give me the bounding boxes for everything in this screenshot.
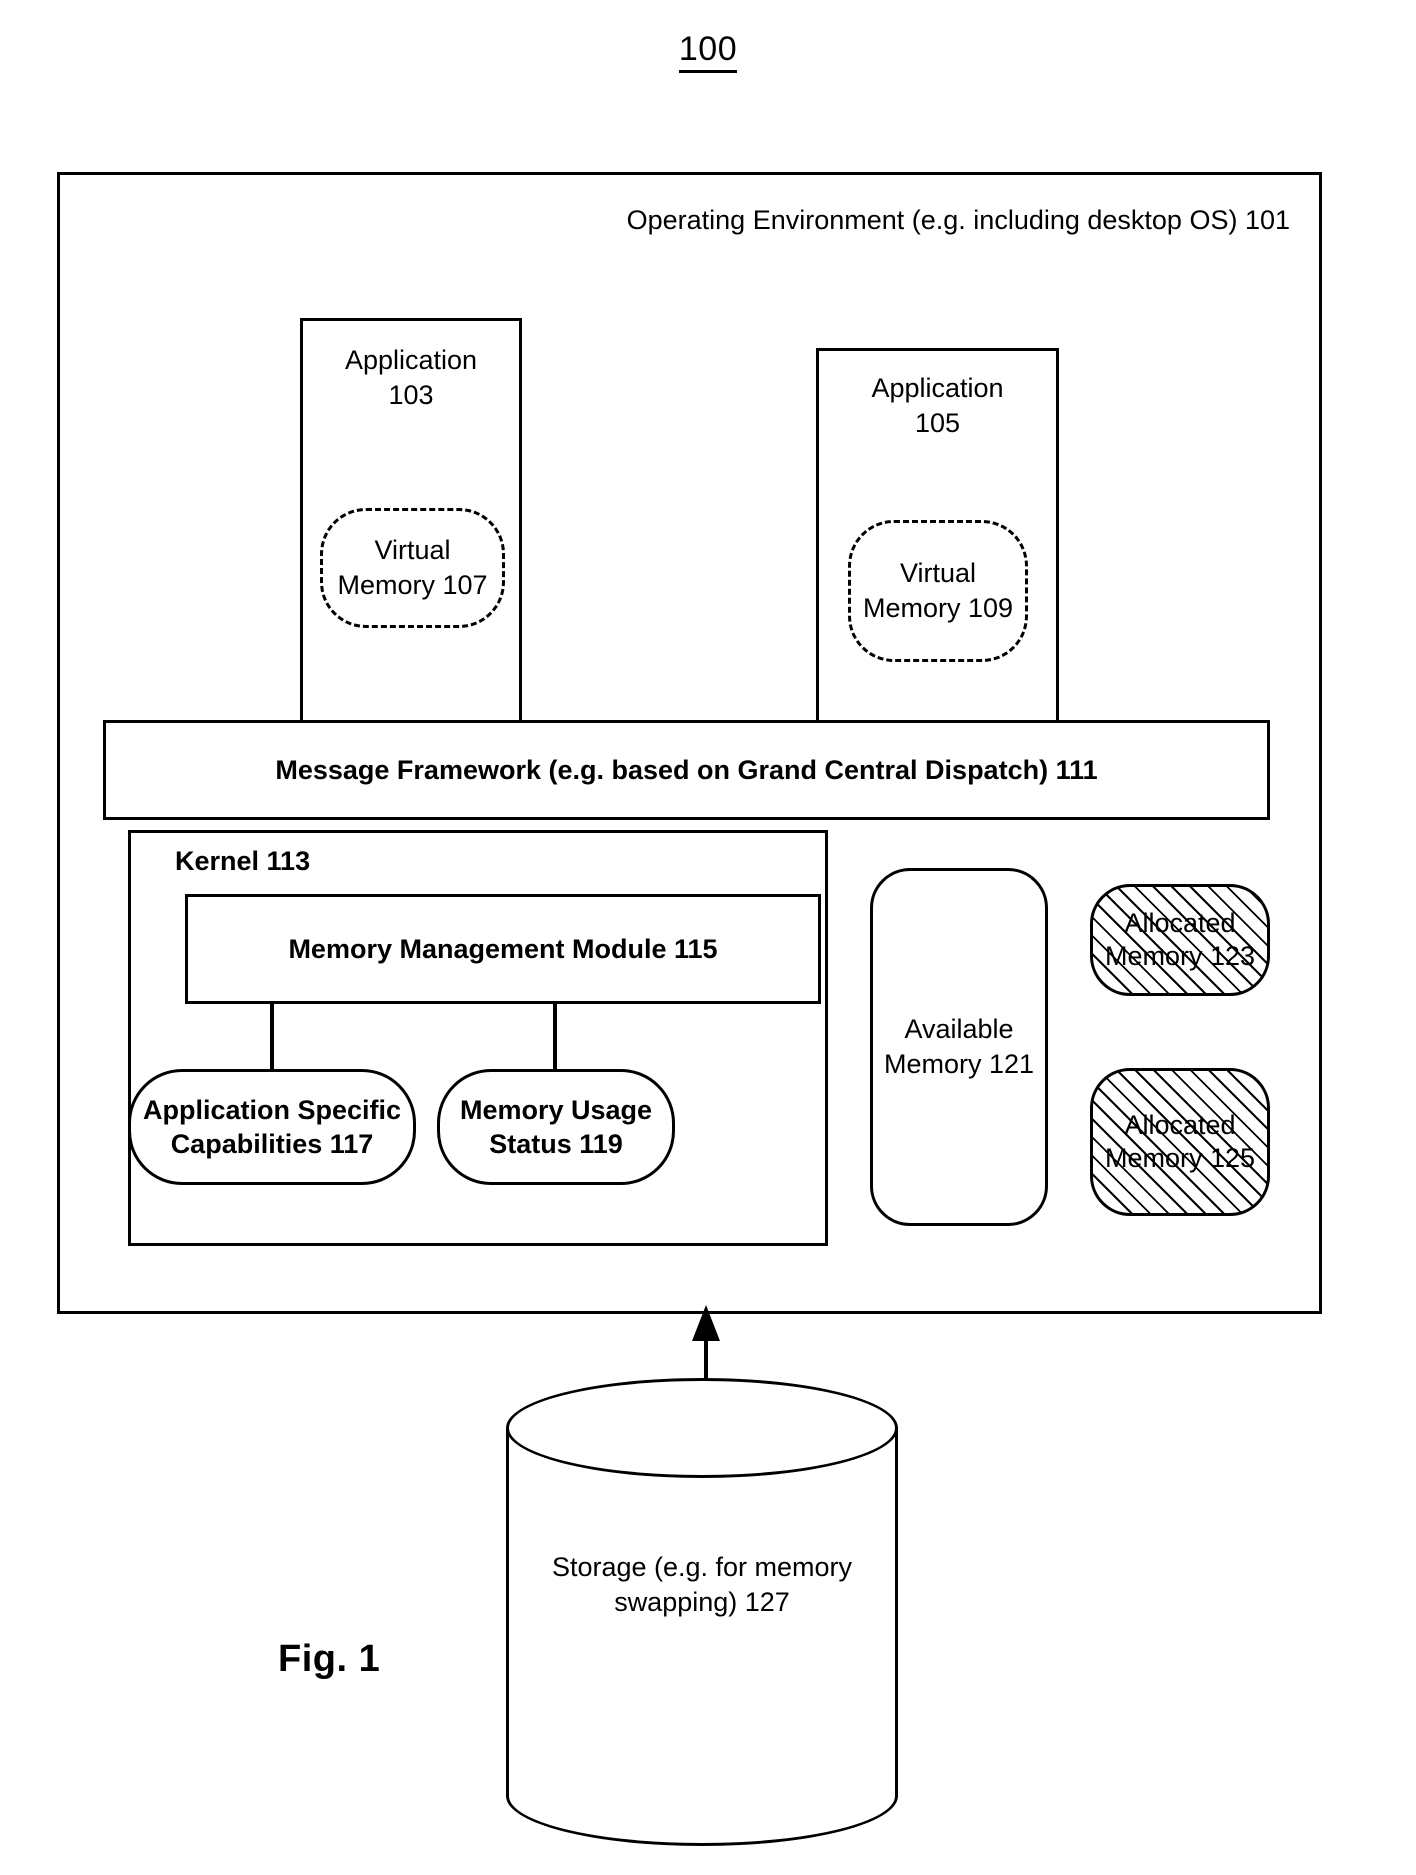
application-105-label: Application 105 [819,371,1056,441]
memory-management-module-box: Memory Management Module 115 [185,894,821,1004]
memory-usage-status-box: Memory Usage Status 119 [437,1069,675,1185]
allocated-memory-123-label: Allocated Memory 123 [1104,908,1256,971]
available-memory-label: Available Memory 121 [883,1013,1035,1079]
virtual-memory-109-box: Virtual Memory 109 [848,520,1028,662]
allocated-memory-125-label: Allocated Memory 125 [1104,1110,1256,1173]
available-memory-box: Available Memory 121 [870,868,1048,1226]
storage-label: Storage (e.g. for memory swapping) 127 [551,1552,853,1618]
memory-management-module-label: Memory Management Module 115 [288,933,718,964]
figure-caption: Fig. 1 [278,1638,381,1680]
application-specific-capabilities-label: Application Specific Capabilities 117 [142,1094,402,1159]
memory-usage-status-label: Memory Usage Status 119 [459,1094,653,1159]
application-105-name: Application [871,373,1004,403]
application-specific-capabilities-box: Application Specific Capabilities 117 [128,1069,416,1185]
application-103-number: 103 [388,380,434,411]
operating-environment-title: Operating Environment (e.g. including de… [626,205,1290,235]
connector-line-right [553,1004,557,1071]
allocated-memory-125-box: Allocated Memory 125 [1090,1068,1270,1216]
application-103-name: Application [344,345,478,375]
figure-canvas: 100 Operating Environment (e.g. includin… [0,0,1416,1875]
figure-number-value: 100 [678,30,738,73]
message-framework-box: Message Framework (e.g. based on Grand C… [103,720,1270,820]
storage-cylinder: Storage (e.g. for memory swapping) 127 [506,1378,898,1846]
virtual-memory-109-label: Virtual Memory 109 [862,558,1014,623]
figure-number: 100 [0,30,1416,73]
message-framework-label: Message Framework (e.g. based on Grand C… [275,754,1098,785]
cylinder-top-ellipse [506,1378,898,1478]
virtual-memory-107-box: Virtual Memory 107 [320,508,505,628]
application-105-number: 105 [914,408,961,439]
allocated-memory-123-box: Allocated Memory 123 [1090,884,1270,996]
application-103-label: Application 103 [303,343,519,413]
kernel-label: Kernel 113 [175,846,311,876]
connector-line-left [270,1004,274,1071]
virtual-memory-107-label: Virtual Memory 107 [337,535,488,600]
